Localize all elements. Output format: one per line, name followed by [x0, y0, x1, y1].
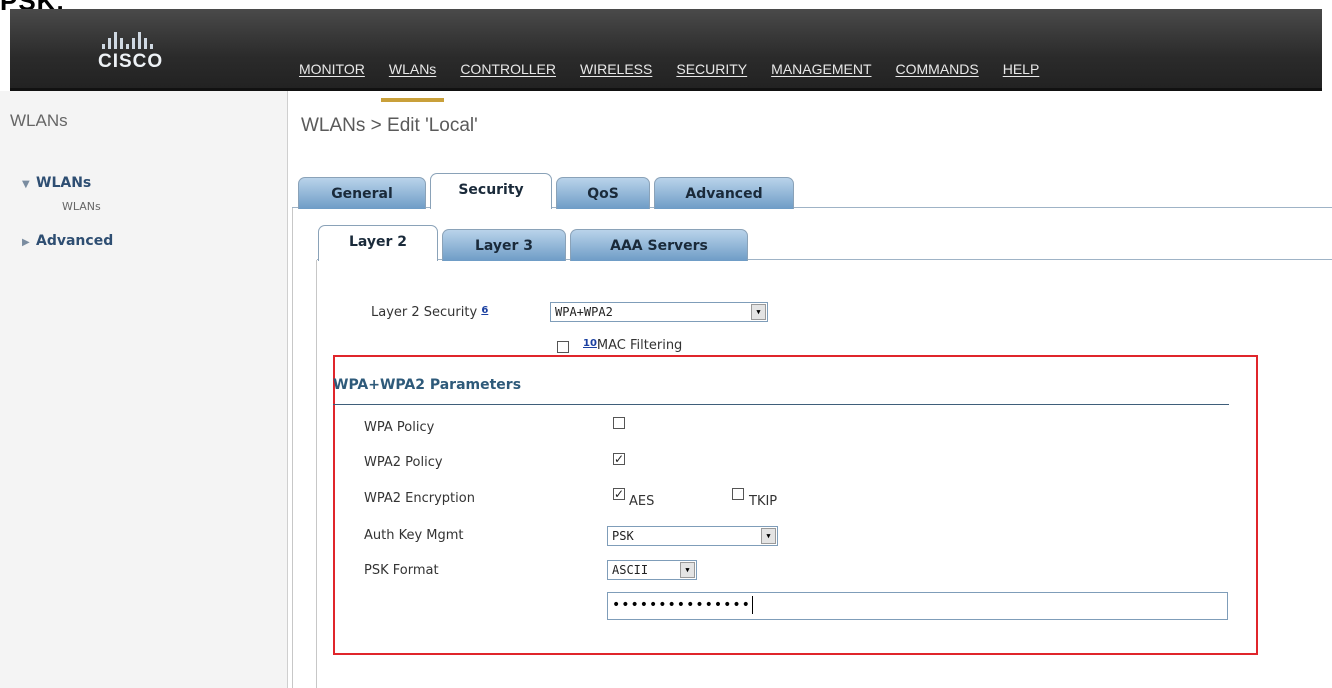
- page-title: WLANs > Edit 'Local': [301, 115, 478, 136]
- top-header-bar: CISCO MONITOR WLANs CONTROLLER WIRELESS …: [10, 9, 1322, 102]
- auth-key-mgmt-select[interactable]: PSK ▼: [607, 526, 778, 546]
- mac-footnote-link[interactable]: 10: [583, 338, 597, 349]
- sidebar-item-label: Advanced: [36, 233, 114, 249]
- wpa-policy-label: WPA Policy: [364, 420, 435, 435]
- subtab-layer2[interactable]: Layer 2: [318, 225, 438, 261]
- sidebar-subitem-wlans[interactable]: WLANs: [62, 200, 101, 213]
- psk-password-input[interactable]: •••••••••••••••: [607, 592, 1228, 620]
- nav-wlans[interactable]: WLANs: [380, 61, 445, 102]
- nav-help[interactable]: HELP: [1003, 61, 1040, 77]
- help-footnote-link[interactable]: 6: [481, 305, 488, 316]
- triangle-right-icon: ▶: [22, 237, 30, 248]
- wpa2-encryption-label: WPA2 Encryption: [364, 491, 475, 506]
- dropdown-arrow-icon: ▼: [751, 304, 766, 320]
- layer2-security-label: Layer 2 Security 6: [371, 305, 489, 320]
- wpa2-policy-label: WPA2 Policy: [364, 455, 443, 470]
- mac-filtering-label: 10MAC Filtering: [583, 338, 683, 353]
- auth-key-mgmt-label: Auth Key Mgmt: [364, 528, 464, 543]
- mac-filtering-checkbox[interactable]: [557, 341, 569, 353]
- sidebar-item-label: WLANs: [36, 175, 92, 191]
- top-navigation: MONITOR WLANs CONTROLLER WIRELESS SECURI…: [299, 61, 1063, 102]
- params-divider: [333, 404, 1229, 405]
- dropdown-arrow-icon: ▼: [680, 562, 695, 578]
- aes-label: AES: [629, 494, 655, 509]
- sidebar-item-advanced[interactable]: ▶ Advanced: [22, 233, 113, 249]
- nav-management[interactable]: MANAGEMENT: [771, 61, 871, 77]
- subtab-layer3[interactable]: Layer 3: [442, 229, 566, 261]
- cisco-wordmark: CISCO: [98, 51, 164, 72]
- nav-monitor[interactable]: MONITOR: [299, 61, 365, 77]
- sidebar: WLANs ▼ WLANs WLANs ▶ Advanced: [0, 91, 288, 688]
- tab-advanced[interactable]: Advanced: [654, 177, 794, 209]
- tkip-label: TKIP: [749, 494, 778, 509]
- cisco-logo: CISCO: [98, 31, 198, 73]
- tab-general[interactable]: General: [298, 177, 426, 209]
- layer2-security-select[interactable]: WPA+WPA2 ▼: [550, 302, 768, 322]
- psk-format-select[interactable]: ASCII ▼: [607, 560, 697, 580]
- nav-commands[interactable]: COMMANDS: [896, 61, 979, 77]
- dropdown-arrow-icon: ▼: [761, 528, 776, 544]
- tab-qos[interactable]: QoS: [556, 177, 650, 209]
- aes-checkbox[interactable]: ✓: [613, 488, 625, 500]
- wpa-params-title: WPA+WPA2 Parameters: [333, 377, 522, 393]
- nav-controller[interactable]: CONTROLLER: [460, 61, 556, 77]
- sidebar-item-wlans[interactable]: ▼ WLANs: [22, 175, 91, 191]
- nav-security[interactable]: SECURITY: [676, 61, 747, 77]
- subtab-aaa-servers[interactable]: AAA Servers: [570, 229, 748, 261]
- wpa2-policy-checkbox[interactable]: ✓: [613, 453, 625, 465]
- psk-format-label: PSK Format: [364, 563, 439, 578]
- cisco-bars-icon: [102, 31, 198, 49]
- nav-wireless[interactable]: WIRELESS: [580, 61, 652, 77]
- wpa-policy-checkbox[interactable]: [613, 417, 625, 429]
- sidebar-title: WLANs: [10, 111, 68, 130]
- tkip-checkbox[interactable]: [732, 488, 744, 500]
- text-caret: [751, 596, 753, 614]
- triangle-down-icon: ▼: [22, 179, 30, 190]
- tab-security[interactable]: Security: [430, 173, 552, 209]
